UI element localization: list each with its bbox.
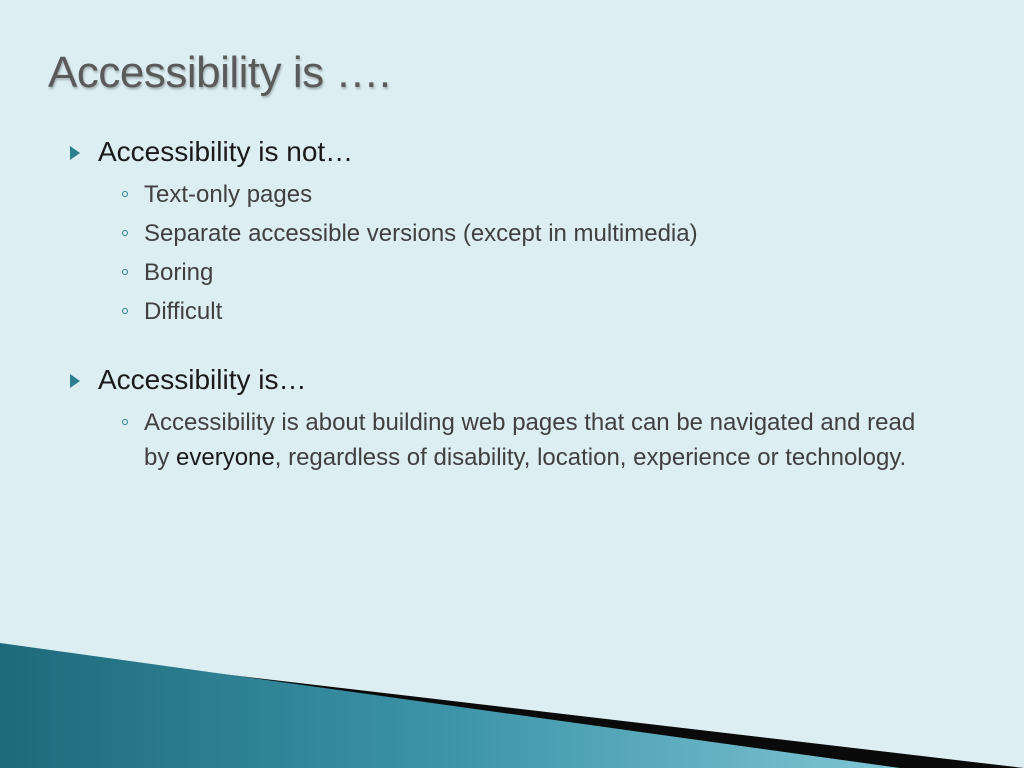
main-bullet-section2: Accessibility is… bbox=[70, 362, 954, 398]
section2-paragraph: Accessibility is about building web page… bbox=[144, 406, 944, 476]
decorative-wedge-shape bbox=[0, 588, 1024, 768]
sub-bullet-item: Separate accessible versions (except in … bbox=[122, 217, 954, 252]
section2-sub-bullets: Accessibility is about building web page… bbox=[70, 406, 954, 476]
circle-bullet-icon bbox=[122, 269, 128, 275]
section2-heading: Accessibility is… bbox=[98, 362, 306, 398]
sub-bullet-text: Boring bbox=[144, 256, 213, 291]
section1-sub-bullets: Text-only pages Separate accessible vers… bbox=[70, 178, 954, 329]
sub-bullet-text: Text-only pages bbox=[144, 178, 312, 213]
slide-content: Accessibility is not… Text-only pages Se… bbox=[0, 98, 1024, 476]
circle-bullet-icon bbox=[122, 419, 128, 425]
slide-title: Accessibility is …. bbox=[0, 0, 1024, 98]
circle-bullet-icon bbox=[122, 308, 128, 314]
sub-bullet-item: Text-only pages bbox=[122, 178, 954, 213]
paragraph-after: , regardless of disability, location, ex… bbox=[275, 444, 906, 471]
sub-bullet-text: Separate accessible versions (except in … bbox=[144, 217, 698, 252]
sub-bullet-item: Boring bbox=[122, 256, 954, 291]
main-bullet-section1: Accessibility is not… bbox=[70, 134, 954, 170]
paragraph-bold-word: everyone bbox=[176, 444, 275, 471]
sub-bullet-text: Difficult bbox=[144, 295, 222, 330]
sub-bullet-item: Accessibility is about building web page… bbox=[122, 406, 954, 476]
arrow-right-icon bbox=[70, 146, 80, 160]
circle-bullet-icon bbox=[122, 191, 128, 197]
circle-bullet-icon bbox=[122, 230, 128, 236]
sub-bullet-item: Difficult bbox=[122, 295, 954, 330]
section1-heading: Accessibility is not… bbox=[98, 134, 353, 170]
arrow-right-icon bbox=[70, 374, 80, 388]
